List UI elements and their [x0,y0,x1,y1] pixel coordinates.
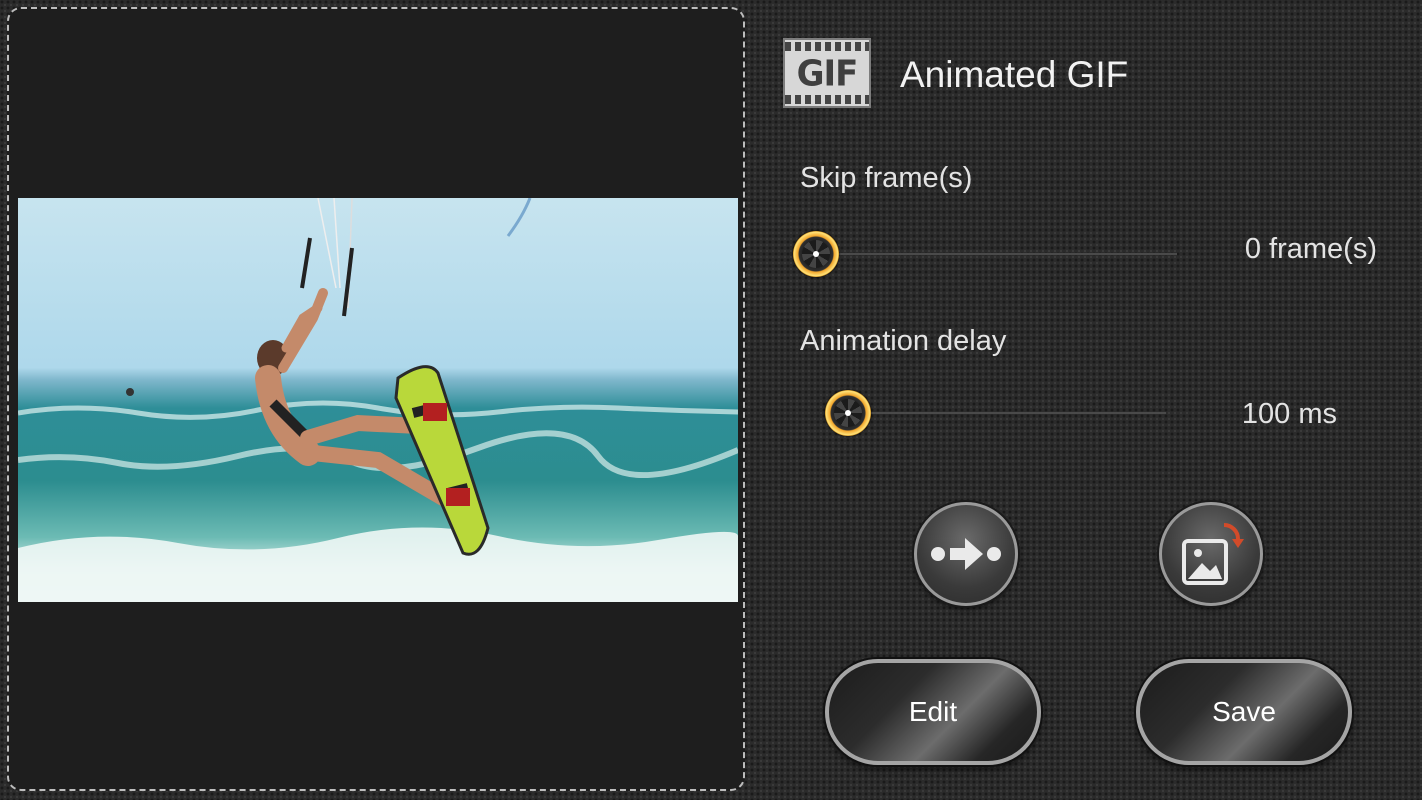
page-title: Animated GIF [900,54,1129,95]
animation-delay-slider-knob[interactable] [825,390,871,436]
image-rotate-icon [1182,523,1244,585]
gif-film-icon: GIF [783,38,871,108]
gif-icon-text: GIF [796,53,859,95]
sequence-button[interactable] [914,502,1018,606]
animation-delay-track[interactable] [848,412,1166,414]
save-button[interactable]: Save [1136,659,1352,765]
preview-panel [7,7,745,791]
animation-delay-value: 100 ms [1241,398,1337,430]
skip-frames-track[interactable] [815,253,1177,255]
edit-button[interactable]: Edit [825,659,1041,765]
preview-image [18,198,738,602]
animated-gif-screen: GIF Animated GIF Skip frame(s) 0 frame(s… [0,0,1422,800]
animation-delay-label: Animation delay [800,325,1007,357]
arrow-between-dots-icon [931,538,1001,570]
skip-frames-label: Skip frame(s) [800,162,973,194]
image-rotate-button[interactable] [1159,502,1263,606]
skip-frames-slider-knob[interactable] [793,231,839,277]
skip-frames-value: 0 frame(s) [1244,233,1377,265]
